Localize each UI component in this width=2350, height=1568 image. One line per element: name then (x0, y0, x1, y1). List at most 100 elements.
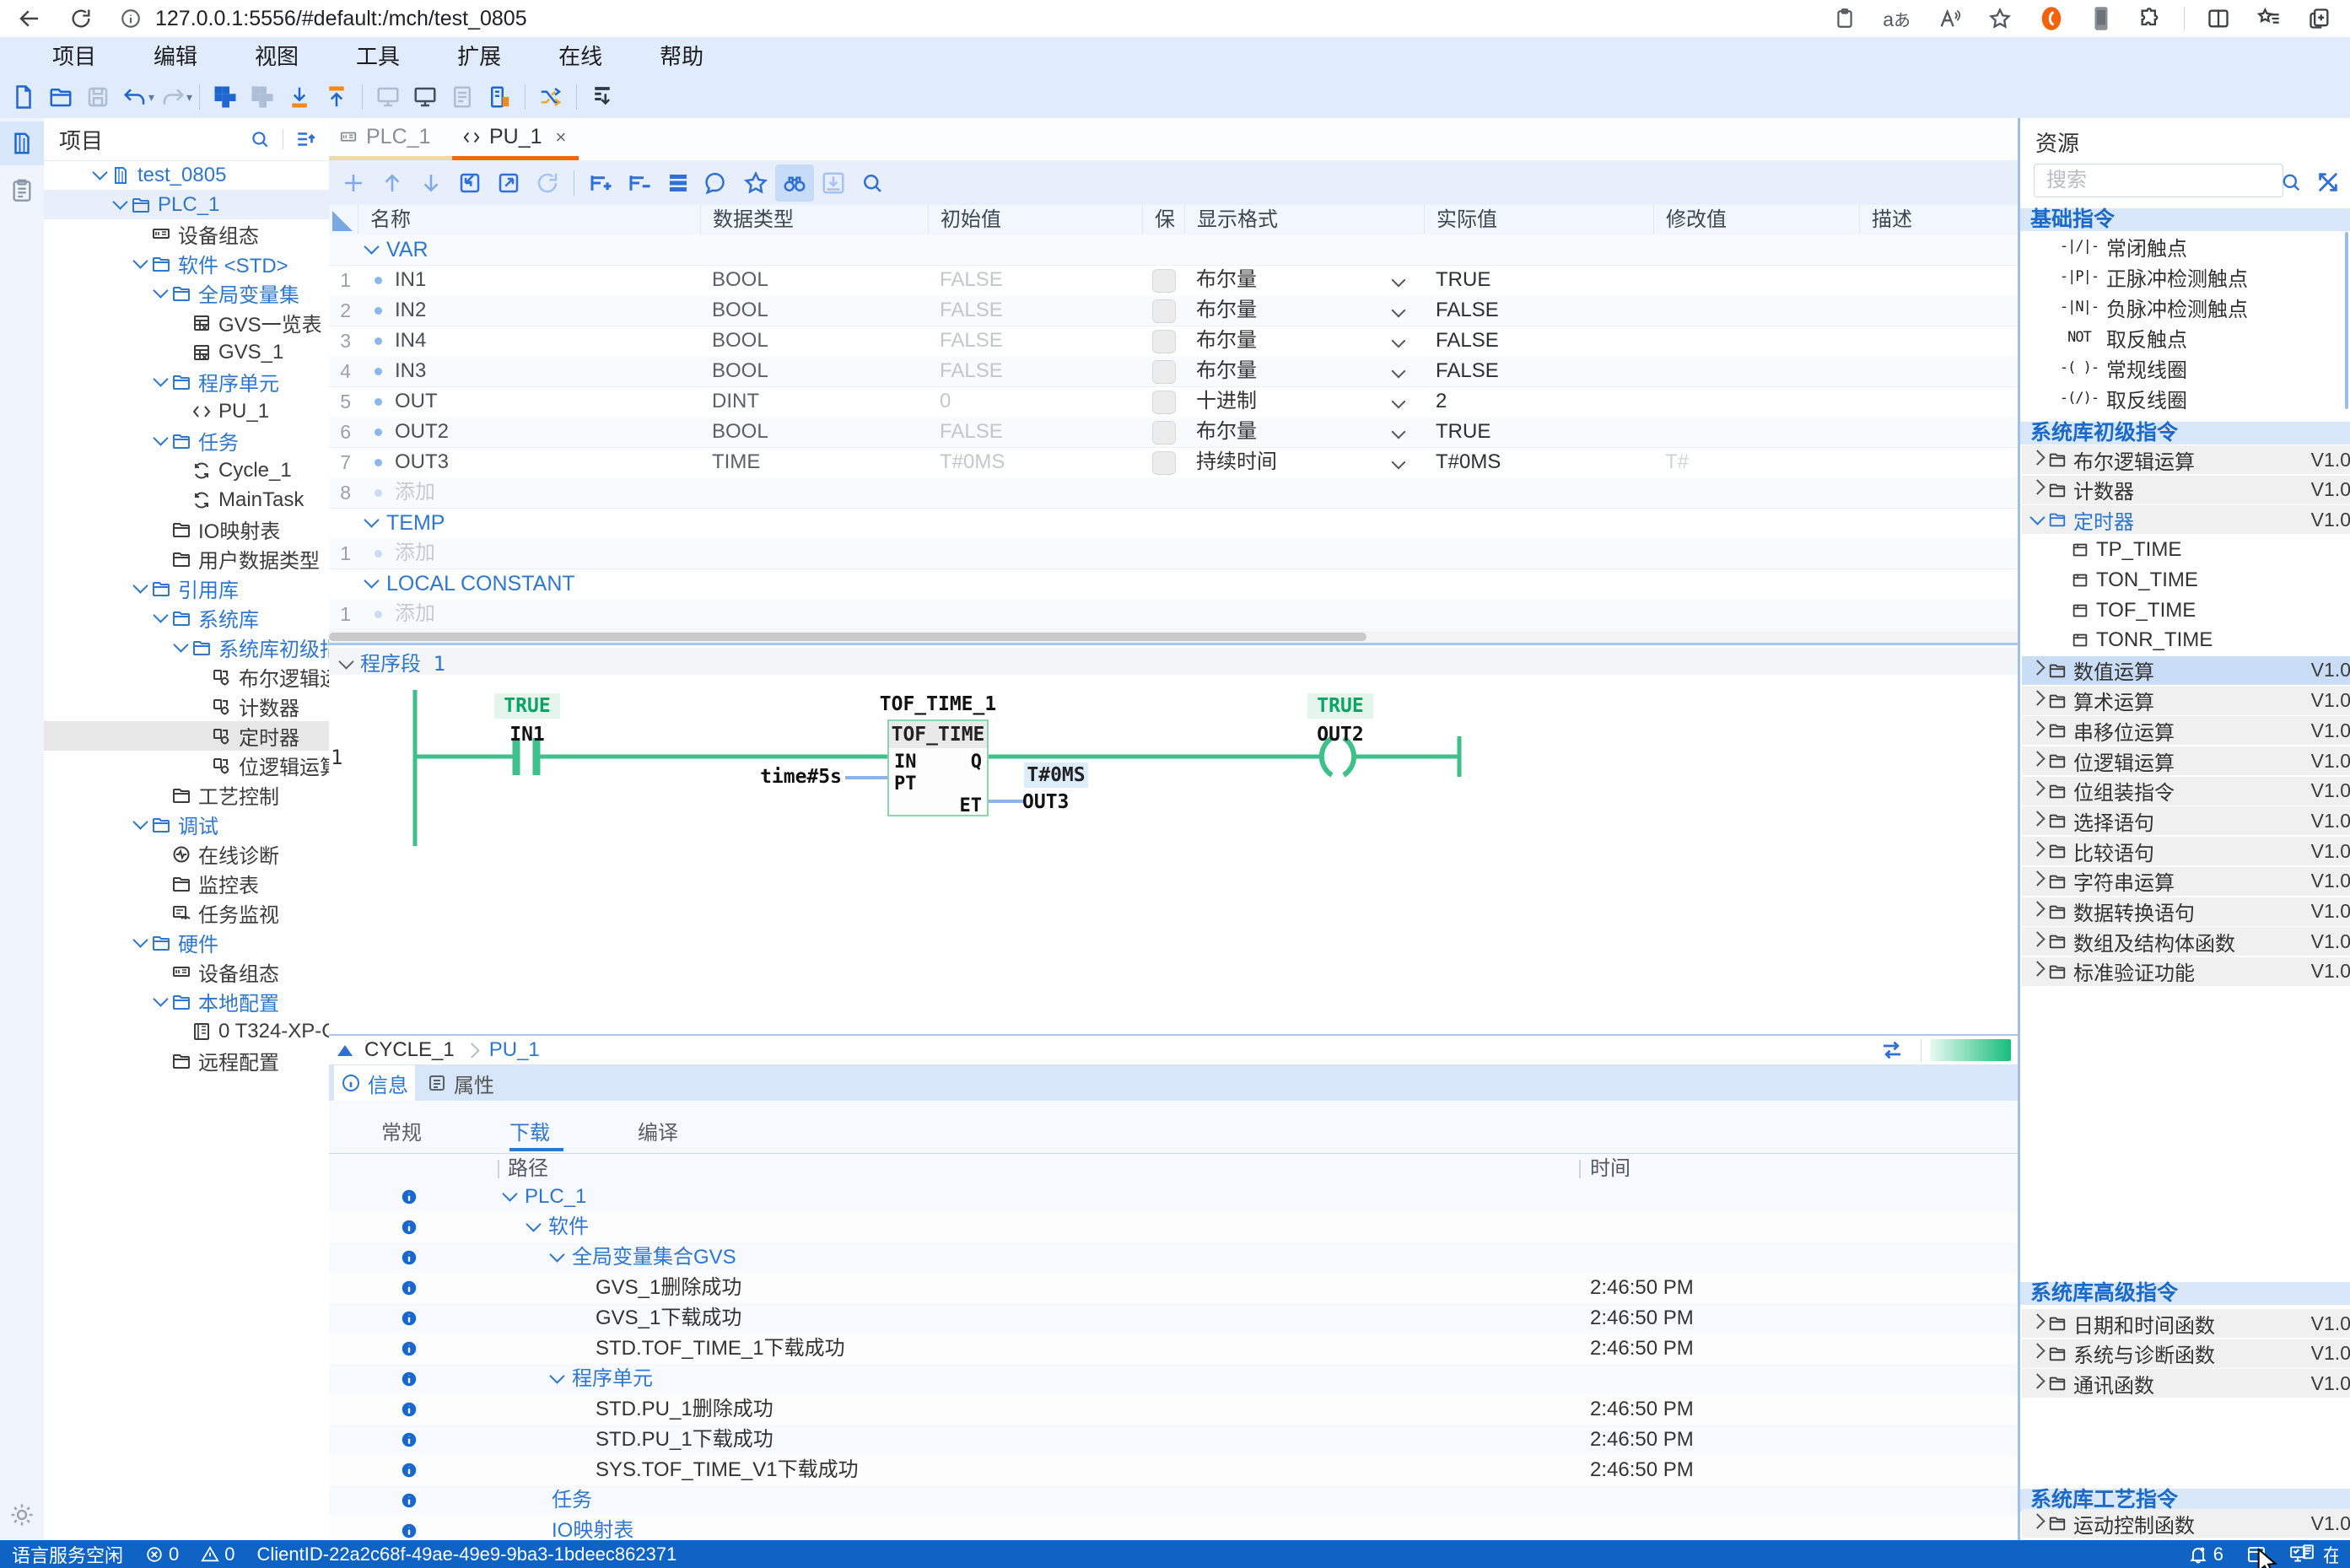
task-list-rail-icon[interactable] (0, 169, 44, 213)
retain-checkbox[interactable] (1152, 391, 1176, 414)
device-config-icon[interactable] (481, 80, 518, 114)
project-explorer-rail-icon[interactable] (0, 121, 44, 165)
chevron-down-icon[interactable] (132, 253, 148, 268)
menu-item-1[interactable]: 项目 (24, 37, 125, 76)
library-item[interactable]: 数组及结构体函数V1.0 (2022, 927, 2350, 956)
column-header-2[interactable]: 初始值 (928, 205, 1142, 234)
table-row[interactable]: LOCAL CONSTANT (329, 568, 2018, 600)
chevron-right-icon[interactable] (2029, 811, 2045, 826)
log-row[interactable]: 任务 (329, 1485, 2018, 1516)
table-row[interactable]: 8添加 (329, 477, 2018, 509)
new-file-icon[interactable] (5, 80, 42, 114)
instruction-item[interactable]: -( )-常规线圈 (2022, 353, 2350, 382)
table-row[interactable]: 1添加 (329, 538, 2018, 569)
favorite-icon[interactable] (736, 164, 775, 202)
online-monitor-icon[interactable] (369, 80, 407, 114)
url-text[interactable]: 127.0.0.1:5556/#default:/mch/test_0805 (155, 7, 527, 31)
table-row[interactable]: VAR (329, 234, 2018, 266)
warning-counter[interactable]: 0 (201, 1544, 234, 1565)
ladder-canvas[interactable]: 1 TRUE IN1 TOF_TIME_1 TOF_TIME IN Q PT E… (329, 675, 2018, 1034)
sidebar-search-icon[interactable] (249, 128, 271, 150)
pin-q[interactable]: Q (971, 752, 982, 773)
section-header-1[interactable]: 系统库初级指令 (2020, 422, 2350, 445)
chevron-down-icon[interactable] (132, 814, 148, 829)
retain-checkbox[interactable] (1152, 269, 1176, 293)
subtab-compile[interactable]: 编译 (638, 1116, 678, 1145)
table-row[interactable]: 5OUTDINT0十进制2 (329, 386, 2018, 418)
simulation-icon[interactable] (532, 80, 569, 114)
save-icon[interactable] (79, 80, 116, 114)
log-row[interactable]: IO映射表 (329, 1516, 2018, 1540)
contact-label[interactable]: IN1 (494, 724, 560, 746)
browser-refresh-icon[interactable] (69, 7, 93, 30)
retain-checkbox[interactable] (1152, 330, 1176, 353)
chevron-down-icon[interactable] (153, 607, 168, 622)
move-up-icon[interactable] (373, 164, 412, 202)
chevron-down-icon[interactable] (549, 1247, 564, 1262)
table-row[interactable]: 3IN4BOOLFALSE布尔量FALSE (329, 326, 2018, 357)
log-row[interactable]: GVS_1下载成功2:46:50 PM (329, 1303, 2018, 1334)
chevron-right-icon[interactable] (2029, 690, 2045, 705)
library-item[interactable]: 通讯函数V1.0 (2022, 1369, 2350, 1398)
chevron-right-icon[interactable] (2029, 780, 2045, 795)
chevron-down-icon[interactable] (173, 637, 188, 652)
library-item[interactable]: 定时器V1.0 (2022, 505, 2350, 534)
undo-caret-icon[interactable]: ▾ (148, 90, 154, 105)
display-format-select[interactable]: 布尔量 (1196, 417, 1424, 447)
modify-value-input[interactable] (1665, 386, 1859, 417)
browser-back-icon[interactable] (17, 6, 42, 31)
translate-icon[interactable]: aあ (1883, 7, 1911, 31)
log-row[interactable]: PLC_1 (329, 1182, 2018, 1212)
chevron-right-icon[interactable] (2029, 660, 2045, 676)
display-format-select[interactable]: 布尔量 (1196, 295, 1424, 326)
subtab-general[interactable]: 常规 (381, 1116, 422, 1145)
library-block-item[interactable]: TONR_TIME (2022, 626, 2350, 655)
chevron-right-icon[interactable] (2029, 479, 2045, 494)
chart-export-icon[interactable] (814, 164, 853, 202)
settings-gear-icon[interactable] (0, 1493, 44, 1537)
log-row[interactable]: STD.TOF_TIME_1下载成功2:46:50 PM (329, 1334, 2018, 1364)
table-row[interactable]: 6OUT2BOOLFALSE布尔量TRUE (329, 417, 2018, 448)
table-row[interactable]: 4IN3BOOLFALSE布尔量FALSE (329, 356, 2018, 387)
log-row[interactable]: STD.PU_1下载成功2:46:50 PM (329, 1425, 2018, 1455)
column-header-5[interactable]: 实际值 (1424, 205, 1653, 234)
chevron-right-icon[interactable] (2029, 751, 2045, 766)
library-item[interactable]: 运动控制函数V1.0 (2022, 1509, 2350, 1538)
section-header-0[interactable]: 基础指令 (2020, 208, 2350, 231)
instruction-item[interactable]: -|P|-正脉冲检测触点 (2022, 262, 2350, 291)
log-row[interactable]: 软件 (329, 1212, 2018, 1242)
table-row[interactable]: 1添加 (329, 599, 2018, 630)
chevron-right-icon[interactable] (2029, 962, 2045, 977)
et-target-label[interactable]: OUT3 (1022, 791, 1098, 813)
chevron-right-icon[interactable] (2029, 1343, 2045, 1358)
menu-item-6[interactable]: 在线 (530, 37, 631, 76)
chevron-right-icon[interactable] (2029, 871, 2045, 886)
table-row[interactable]: 1IN1BOOLFALSE布尔量TRUE (329, 265, 2018, 296)
chevron-down-icon[interactable] (153, 991, 168, 1006)
display-format-select[interactable]: 十进制 (1196, 386, 1424, 417)
export-icon[interactable] (489, 164, 528, 202)
connect-device-icon[interactable] (407, 80, 444, 114)
chevron-down-icon[interactable] (2029, 509, 2045, 525)
chevron-down-icon[interactable] (364, 239, 379, 254)
clipboard-icon[interactable] (1834, 8, 1856, 30)
chevron-right-icon[interactable] (2029, 931, 2045, 946)
retain-checkbox[interactable] (1152, 360, 1176, 384)
modify-value-input[interactable] (1665, 417, 1859, 447)
retain-checkbox[interactable] (1152, 421, 1176, 445)
insert-row-icon[interactable] (581, 164, 620, 202)
log-row[interactable]: SYS.TOF_TIME_V1下载成功2:46:50 PM (329, 1455, 2018, 1485)
move-down-icon[interactable] (412, 164, 450, 202)
library-item[interactable]: 算术运算V1.0 (2022, 687, 2350, 715)
document-icon[interactable] (444, 80, 481, 114)
chevron-down-icon[interactable] (153, 430, 168, 445)
column-header-1[interactable]: 数据类型 (700, 205, 928, 234)
sync-compare-icon[interactable] (1878, 1037, 1905, 1063)
log-row[interactable]: 全局变量集合GVS (329, 1242, 2018, 1273)
tab-properties[interactable]: 属性 (420, 1065, 501, 1101)
menu-item-7[interactable]: 帮助 (631, 37, 732, 76)
upload-from-device-icon[interactable] (318, 80, 355, 114)
table-row[interactable]: 7OUT3TIMET#0MS持续时间T#0MST# (329, 447, 2018, 478)
modify-value-input[interactable]: T# (1665, 447, 1859, 477)
pin-in[interactable]: IN (894, 752, 917, 773)
